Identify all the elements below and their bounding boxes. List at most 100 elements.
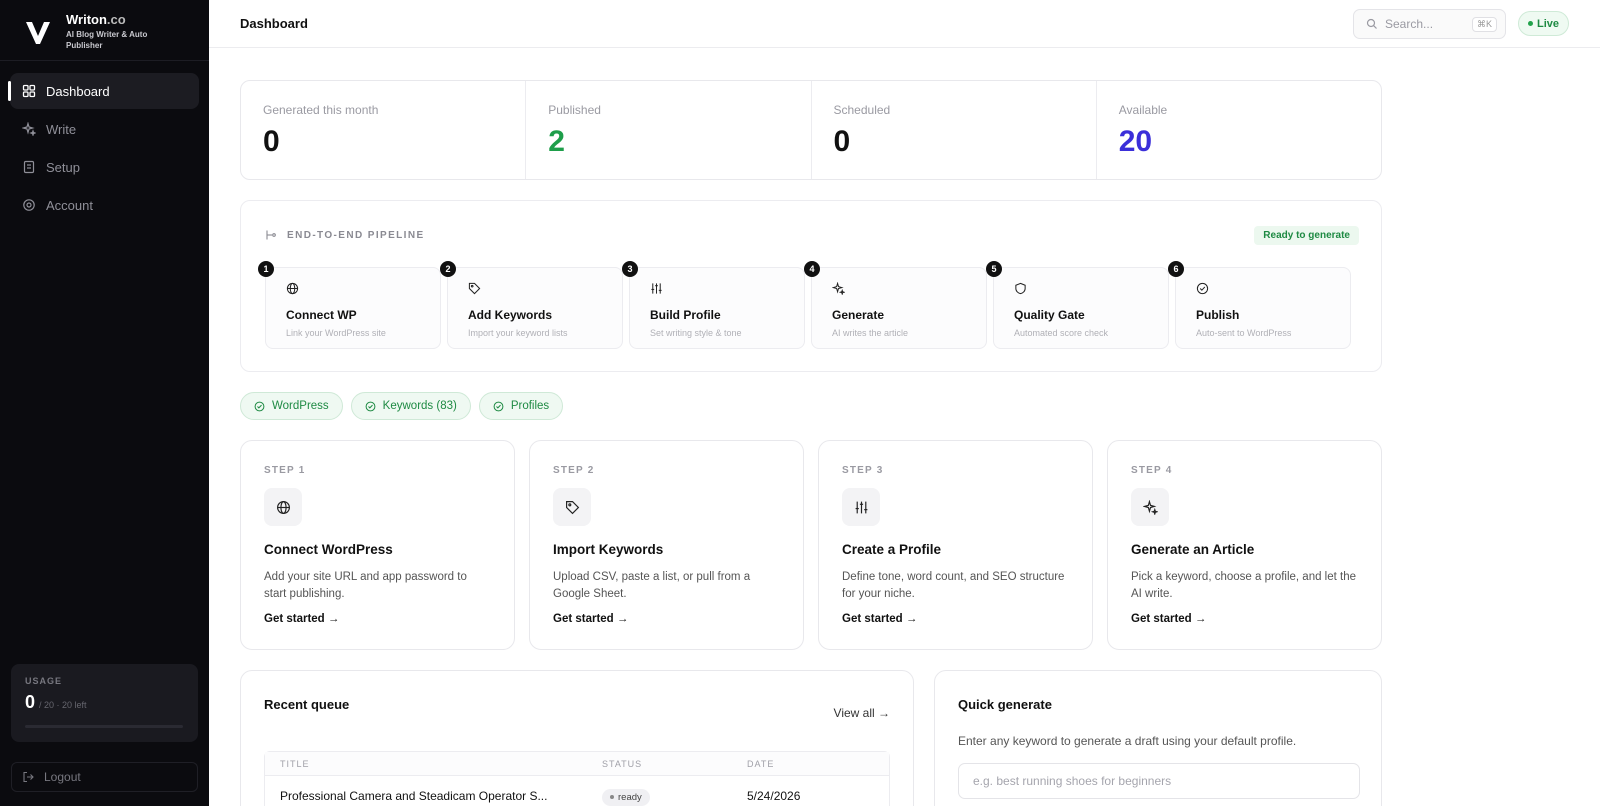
step-label: STEP 1 bbox=[264, 465, 306, 476]
step-icon-box bbox=[842, 488, 880, 526]
table-header: TITLE STATUS DATE bbox=[265, 752, 889, 776]
get-started-link[interactable]: Get started → bbox=[264, 613, 491, 625]
live-status-badge: Live bbox=[1518, 11, 1569, 36]
sidebar-item-label: Dashboard bbox=[46, 83, 110, 99]
stat-label: Scheduled bbox=[833, 103, 891, 117]
check-circle-icon bbox=[1196, 282, 1209, 295]
sidebar-item-account[interactable]: Account bbox=[10, 187, 199, 223]
sliders-icon bbox=[651, 283, 662, 294]
pipeline-step-desc: Link your WordPress site bbox=[286, 328, 386, 338]
pipeline-step-title: Connect WP bbox=[286, 308, 357, 322]
search-input[interactable]: Search... ⌘K bbox=[1353, 9, 1506, 39]
pipeline-step-connect-wp[interactable]: 1 Connect WP Link your WordPress site bbox=[258, 261, 441, 349]
sidebar-item-label: Write bbox=[46, 121, 77, 137]
row-status: ready bbox=[602, 789, 747, 806]
step-icon-box bbox=[264, 488, 302, 526]
tag-icon bbox=[565, 500, 579, 514]
column-header-date: DATE bbox=[747, 758, 775, 769]
pipeline-step-add-keywords[interactable]: 2 Add Keywords Import your keyword lists bbox=[440, 261, 623, 349]
stat-value: 2 bbox=[548, 125, 565, 158]
pipeline-step-publish[interactable]: 6 Publish Auto-sent to WordPress bbox=[1168, 261, 1351, 349]
recent-queue-title: Recent queue bbox=[264, 697, 350, 712]
view-all-link[interactable]: View all → bbox=[834, 706, 890, 720]
step-desc: Add your site URL and app password to st… bbox=[264, 571, 467, 600]
gear-icon bbox=[23, 199, 35, 211]
chip-label: Profiles bbox=[510, 400, 550, 412]
stats-card: Generated this month 0 Published 2 Sched… bbox=[240, 80, 1382, 180]
keyword-input[interactable] bbox=[958, 763, 1360, 799]
stat-scheduled: Scheduled 0 bbox=[812, 81, 1097, 179]
sidebar-item-label: Setup bbox=[46, 159, 80, 175]
check-circle-icon bbox=[254, 401, 265, 411]
step-desc: Upload CSV, paste a list, or pull from a… bbox=[553, 571, 751, 600]
step-number: 2 bbox=[440, 261, 456, 277]
sliders-icon bbox=[855, 501, 867, 513]
globe-icon bbox=[286, 282, 299, 295]
step-label: STEP 2 bbox=[553, 465, 595, 476]
live-dot-icon bbox=[1527, 21, 1533, 26]
stat-label: Generated this month bbox=[263, 103, 379, 117]
queue-table: TITLE STATUS DATE Professional Camera an… bbox=[264, 751, 890, 806]
sidebar-divider bbox=[0, 60, 209, 61]
usage-card: USAGE 0/ 20 · 20 left bbox=[11, 664, 198, 742]
step-title: Import Keywords bbox=[553, 542, 664, 557]
usage-value: 0/ 20 · 20 left bbox=[25, 692, 87, 712]
quick-generate-title: Quick generate bbox=[958, 697, 1052, 712]
brand[interactable]: Writon.co AI Blog Writer & Auto Publishe… bbox=[24, 12, 166, 51]
get-started-link[interactable]: Get started → bbox=[1131, 613, 1358, 625]
pipeline-step-generate[interactable]: 4 Generate AI writes the article bbox=[804, 261, 987, 349]
shield-icon bbox=[1015, 282, 1026, 295]
step-title: Generate an Article bbox=[1131, 542, 1255, 557]
table-row[interactable]: Professional Camera and Steadicam Operat… bbox=[265, 776, 889, 806]
globe-icon bbox=[276, 500, 290, 514]
chip-profiles[interactable]: Profiles bbox=[478, 392, 564, 420]
sidebar-nav: Dashboard Write Setup Account bbox=[8, 73, 199, 225]
stat-published: Published 2 bbox=[526, 81, 812, 179]
pipeline-step-desc: Auto-sent to WordPress bbox=[1196, 328, 1292, 338]
chip-wordpress[interactable]: WordPress bbox=[240, 392, 343, 420]
step-card-generate-article: STEP 4 Generate an Article Pick a keywor… bbox=[1107, 440, 1382, 650]
column-header-status: STATUS bbox=[602, 758, 643, 769]
chip-label: Keywords (83) bbox=[382, 400, 457, 412]
dashboard-icon bbox=[22, 84, 36, 98]
topbar: Dashboard Search... ⌘K Live bbox=[209, 0, 1600, 48]
logo-icon bbox=[26, 22, 50, 44]
logout-button[interactable]: Logout bbox=[11, 762, 198, 792]
pipeline-card: END-TO-END PIPELINE Ready to generate 1 … bbox=[240, 200, 1382, 372]
recent-queue-card: Recent queue View all → TITLE STATUS DAT… bbox=[240, 670, 914, 806]
step-label: STEP 4 bbox=[1131, 465, 1173, 476]
sidebar-item-setup[interactable]: Setup bbox=[10, 149, 199, 185]
stat-generated: Generated this month 0 bbox=[241, 81, 527, 179]
step-icon-box bbox=[1131, 488, 1169, 526]
stat-label: Available bbox=[1118, 103, 1168, 117]
usage-label: USAGE bbox=[25, 676, 63, 686]
sparkle-icon bbox=[831, 281, 846, 296]
step-number: 4 bbox=[804, 261, 820, 277]
row-date: 5/24/2026 bbox=[747, 789, 801, 803]
pipeline-steps: 1 Connect WP Link your WordPress site 2 … bbox=[258, 261, 1357, 349]
step-number: 6 bbox=[1168, 261, 1184, 277]
ready-badge: Ready to generate bbox=[1254, 226, 1359, 245]
quick-generate-card: Quick generate Enter any keyword to gene… bbox=[934, 670, 1382, 806]
stat-available: Available 20 bbox=[1097, 81, 1381, 179]
get-started-link[interactable]: Get started → bbox=[553, 613, 780, 625]
pipeline-step-build-profile[interactable]: 3 Build Profile Set writing style & tone bbox=[622, 261, 805, 349]
logout-icon bbox=[23, 771, 34, 783]
pipeline-step-title: Build Profile bbox=[650, 308, 721, 322]
sparkle-icon bbox=[22, 122, 36, 136]
sidebar-item-write[interactable]: Write bbox=[10, 111, 199, 147]
onboarding-steps: STEP 1 Connect WordPress Add your site U… bbox=[240, 440, 1382, 650]
search-placeholder: Search... bbox=[1385, 17, 1434, 31]
logout-label: Logout bbox=[44, 770, 81, 784]
step-number: 5 bbox=[986, 261, 1002, 277]
pipeline-step-title: Quality Gate bbox=[1014, 308, 1085, 322]
step-icon-box bbox=[553, 488, 591, 526]
stat-value: 0 bbox=[833, 125, 851, 158]
step-label: STEP 3 bbox=[842, 465, 884, 476]
get-started-link[interactable]: Get started → bbox=[842, 613, 1069, 625]
pipeline-step-quality-gate[interactable]: 5 Quality Gate Automated score check bbox=[986, 261, 1169, 349]
brand-tagline: AI Blog Writer & Auto Publisher bbox=[66, 30, 148, 50]
chip-keywords[interactable]: Keywords (83) bbox=[350, 392, 471, 420]
sidebar-item-dashboard[interactable]: Dashboard bbox=[8, 73, 199, 109]
quick-generate-desc: Enter any keyword to generate a draft us… bbox=[958, 734, 1297, 748]
